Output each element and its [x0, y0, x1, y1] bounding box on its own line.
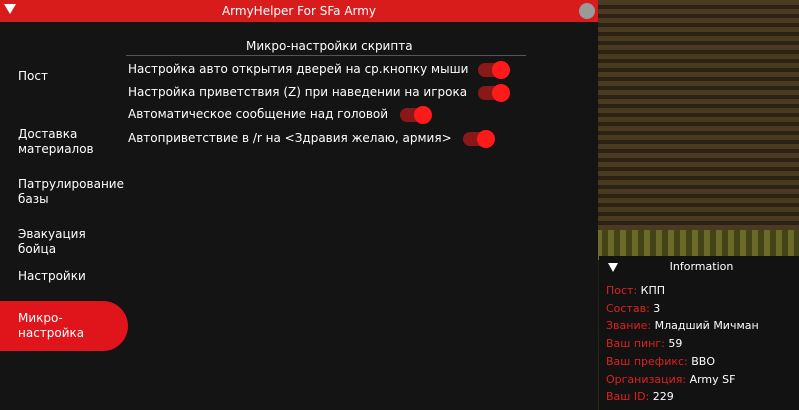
information-header[interactable]: Information: [599, 256, 799, 277]
setting-row: Автоприветствие в /r на <Здравия желаю, …: [128, 130, 452, 146]
sidebar-item-post[interactable]: Пост: [0, 69, 128, 84]
collapse-arrow-icon[interactable]: [4, 4, 16, 14]
info-key: Организация:: [606, 373, 687, 386]
sidebar-item-label: Патрулирование базы: [18, 177, 124, 206]
section-title: Микро-настройки скрипта: [246, 39, 413, 53]
setting-row: Автоматическое сообщение над головой: [128, 106, 388, 122]
setting-label: Автоприветствие в /r на <Здравия желаю, …: [128, 131, 452, 145]
information-panel: Information Пост: КПП Состав: 3 Звание: …: [599, 256, 799, 410]
sidebar-item-label: Пост: [18, 69, 48, 83]
info-row-prefix: Ваш префикс: ВВО: [606, 355, 715, 368]
sidebar-item-micro-settings[interactable]: Микро-настройка: [0, 301, 128, 351]
info-row-squad: Состав: 3: [606, 302, 660, 315]
info-key: Ваш префикс:: [606, 355, 688, 368]
toggle-knob: [492, 84, 510, 102]
sidebar-item-base-patrol[interactable]: Патрулирование базы: [0, 162, 128, 207]
sidebar-item-label: Доставка материалов: [18, 127, 94, 156]
setting-row: Настройка авто открытия дверей на ср.кно…: [128, 61, 468, 77]
section-divider: [126, 55, 526, 56]
info-value: Младший Мичман: [654, 319, 759, 332]
greeting-toggle[interactable]: [478, 84, 510, 102]
sidebar-item-materials-delivery[interactable]: Доставка материалов: [0, 112, 128, 157]
sidebar-item-settings[interactable]: Настройки: [0, 269, 128, 284]
info-row-id: Ваш ID: 229: [606, 390, 674, 403]
info-key: Ваш ID:: [606, 390, 650, 403]
window-title: ArmyHelper For SFa Army: [221, 4, 377, 18]
info-value: ВВО: [691, 355, 716, 368]
info-value: КПП: [640, 284, 666, 297]
close-button[interactable]: [579, 3, 595, 19]
info-value: 59: [668, 337, 683, 350]
info-key: Звание:: [606, 319, 652, 332]
overhead-message-toggle[interactable]: [400, 106, 432, 124]
info-key: Пост:: [606, 284, 638, 297]
auto-door-toggle[interactable]: [478, 61, 510, 79]
info-key: Ваш пинг:: [606, 337, 665, 350]
setting-label: Настройка авто открытия дверей на ср.кно…: [128, 62, 469, 76]
window-titlebar[interactable]: ArmyHelper For SFa Army: [0, 0, 598, 22]
setting-label: Автоматическое сообщение над головой: [128, 107, 389, 121]
info-row-ping: Ваш пинг: 59: [606, 337, 682, 350]
sidebar-item-label: Эвакуация бойца: [18, 227, 86, 256]
sidebar: Пост Доставка материалов Патрулирование …: [0, 22, 130, 410]
information-title: Information: [669, 260, 734, 273]
toggle-knob: [414, 106, 432, 124]
info-value: Army SF: [689, 373, 736, 386]
info-row-post: Пост: КПП: [606, 284, 665, 297]
toggle-knob: [477, 130, 495, 148]
setting-label: Настройка приветствия (Z) при наведении …: [128, 85, 468, 99]
info-key: Состав:: [606, 302, 650, 315]
info-value: 229: [652, 390, 674, 403]
info-row-organization: Организация: Army SF: [606, 373, 735, 386]
info-row-rank: Звание: Младший Мичман: [606, 319, 759, 332]
sidebar-item-label: Настройки: [18, 269, 86, 283]
toggle-knob: [492, 61, 510, 79]
sidebar-item-label: Микро-настройка: [18, 311, 85, 340]
armyhelper-window: ArmyHelper For SFa Army Пост Доставка ма…: [0, 0, 598, 410]
sidebar-item-evacuation[interactable]: Эвакуация бойца: [0, 212, 128, 257]
auto-greeting-radio-toggle[interactable]: [463, 130, 495, 148]
setting-row: Настройка приветствия (Z) при наведении …: [128, 84, 467, 100]
info-value: 3: [653, 302, 661, 315]
